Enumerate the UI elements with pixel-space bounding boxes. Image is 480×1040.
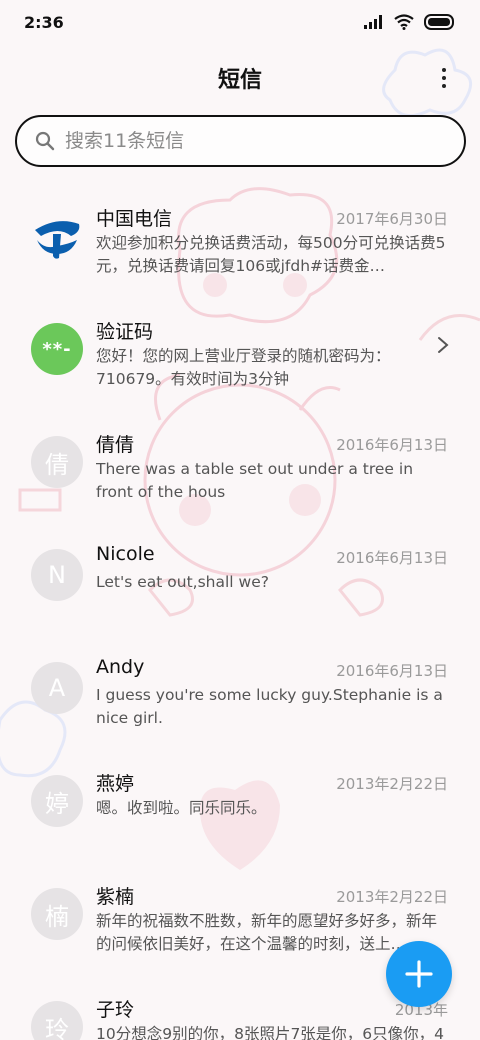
contact-name: 倩倩 xyxy=(96,434,135,456)
dot-icon xyxy=(442,84,446,88)
page-title: 短信 xyxy=(217,68,262,93)
avatar: 楠 xyxy=(31,888,83,940)
plus-icon xyxy=(405,960,433,988)
message-date: 2013年2月22日 xyxy=(336,775,448,793)
more-options-button[interactable] xyxy=(432,64,456,92)
new-message-button[interactable] xyxy=(386,941,452,1007)
conversation-row[interactable]: A Andy 2016年6月13日 I guess you're some lu… xyxy=(0,630,480,743)
message-preview: Let's eat out,shall we? xyxy=(96,573,269,591)
avatar: 玲 xyxy=(31,1001,83,1040)
message-preview: I guess you're some lucky guy.Stephanie … xyxy=(96,686,443,727)
avatar xyxy=(31,210,83,262)
message-preview: 新年的祝福数不胜数，新年的愿望好多好多，新年的问候依旧美好，在这个温馨的时刻，送… xyxy=(96,912,438,953)
chevron-right-icon[interactable] xyxy=(436,335,450,355)
wifi-icon xyxy=(394,14,414,30)
status-time: 2:36 xyxy=(24,12,64,32)
avatar: A xyxy=(31,662,83,714)
message-date: 2016年6月13日 xyxy=(336,436,448,454)
search-bar[interactable] xyxy=(15,115,466,167)
contact-name: 验证码 xyxy=(96,321,154,343)
search-input[interactable] xyxy=(65,130,425,152)
contact-name: 紫楠 xyxy=(96,886,135,908)
signal-icon xyxy=(364,15,382,29)
contact-name: 中国电信 xyxy=(96,208,173,230)
avatar: N xyxy=(31,549,83,601)
message-date: 2016年6月13日 xyxy=(336,662,448,680)
message-preview: 嗯。收到啦。同乐同乐。 xyxy=(96,799,267,817)
conversation-row[interactable]: 婷 燕婷 2013年2月22日 嗯。收到啦。同乐同乐。 xyxy=(0,743,480,856)
contact-name: 子玲 xyxy=(96,999,135,1021)
message-preview: 欢迎参加积分兑换话费活动，每500分可兑换话费5元，兑换话费请回复106或jfd… xyxy=(96,234,446,275)
message-date: 2013年2月22日 xyxy=(336,888,448,906)
conversation-row[interactable]: N Nicole 2016年6月13日 Let's eat out,shall … xyxy=(0,517,480,630)
conversation-row[interactable]: 倩 倩倩 2016年6月13日 There was a table set ou… xyxy=(0,404,480,517)
conversation-list: 中国电信 2017年6月30日 欢迎参加积分兑换话费活动，每500分可兑换话费5… xyxy=(0,178,480,1040)
china-telecom-logo-icon xyxy=(35,221,80,259)
conversation-row[interactable]: 中国电信 2017年6月30日 欢迎参加积分兑换话费活动，每500分可兑换话费5… xyxy=(0,178,480,291)
avatar: 倩 xyxy=(31,436,83,488)
message-preview: There was a table set out under a tree i… xyxy=(96,460,414,501)
avatar: 婷 xyxy=(31,775,83,827)
message-date: 2016年6月13日 xyxy=(336,549,448,567)
dot-icon xyxy=(442,68,446,72)
contact-name: 燕婷 xyxy=(96,773,135,795)
avatar: **- xyxy=(31,323,83,375)
contact-name: Nicole xyxy=(96,543,155,565)
status-bar: 2:36 xyxy=(0,0,480,44)
message-date: 2017年6月30日 xyxy=(336,210,448,228)
message-preview: 10分想念9别的你，8张照片7张是你，6只像你，4根骨头3根归你，2爪着地1定是… xyxy=(96,1025,445,1040)
battery-icon xyxy=(424,14,454,30)
status-icons xyxy=(364,14,456,30)
conversation-row[interactable]: **- 验证码 您好！您的网上营业厅登录的随机密码为：710679。有效时间为3… xyxy=(0,291,480,404)
header: 短信 xyxy=(0,52,480,104)
contact-name: Andy xyxy=(96,656,145,678)
dot-icon xyxy=(442,76,446,80)
message-preview: 您好！您的网上营业厅登录的随机密码为：710679。有效时间为3分钟 xyxy=(96,347,391,388)
search-icon xyxy=(35,131,55,151)
